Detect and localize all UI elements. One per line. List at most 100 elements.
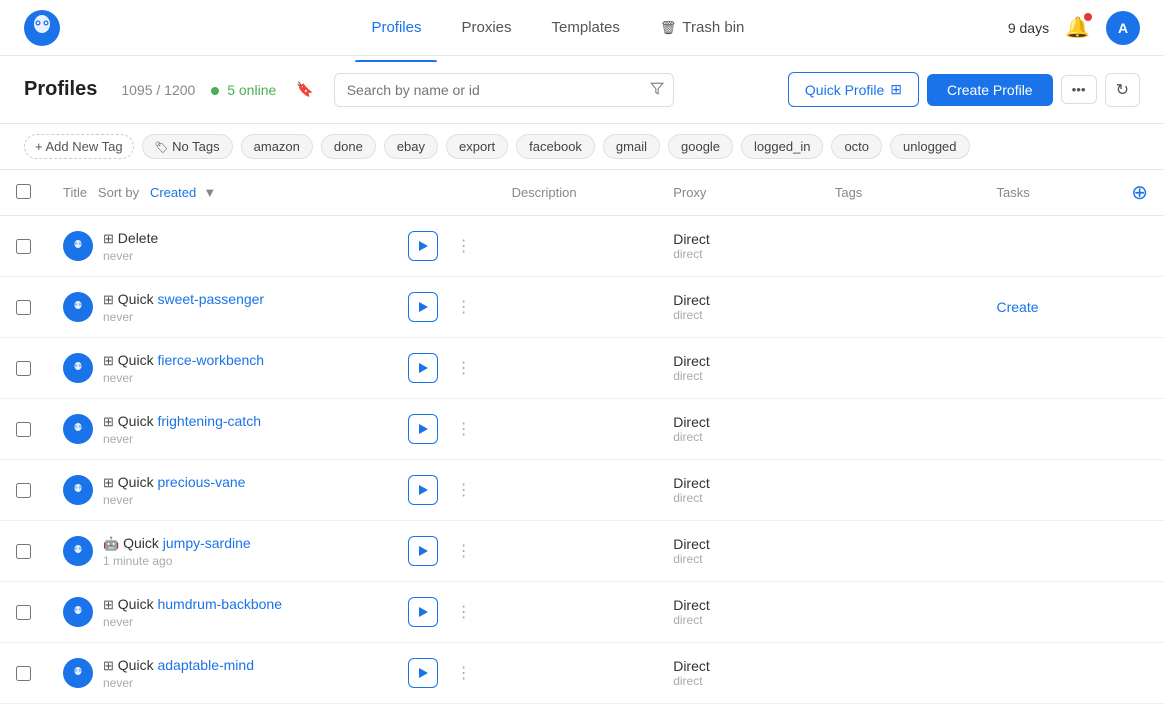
windows-icon: ⊞ [103,475,114,490]
profile-name: ⊞ Quick sweet-passenger [103,291,398,308]
create-task-link[interactable]: Create [996,299,1038,315]
play-button[interactable] [408,536,438,566]
row-checkbox[interactable] [16,666,31,681]
bell-button[interactable]: 🔔 [1065,15,1090,40]
proxy-cell: Direct direct [657,521,819,581]
profile-time: never [103,493,398,507]
row-more-button[interactable]: ⋮ [448,659,480,687]
play-button[interactable] [408,597,438,627]
sort-label: Sort by Created ▼ [98,185,216,200]
proxy-cell: Direct direct [657,460,819,520]
row-checkbox[interactable] [16,361,31,376]
proxy-main: Direct [673,353,710,369]
table-row: ⊞ Quick frightening-catch never ⋮ Direct… [0,399,1164,460]
more-options-button[interactable]: ••• [1061,75,1097,104]
row-checkbox[interactable] [16,544,31,559]
tag-google[interactable]: google [668,134,733,159]
row-more-button[interactable]: ⋮ [448,354,480,382]
row-checkbox[interactable] [16,605,31,620]
tag-facebook[interactable]: facebook [516,134,595,159]
play-button[interactable] [408,414,438,444]
filter-icon[interactable] [650,81,664,98]
profile-name-block: ⊞ Quick adaptable-mind never [103,657,398,690]
proxy-cell: Direct direct [657,643,819,703]
add-column-button[interactable]: ⊕ [1131,180,1148,205]
tag-logged-in[interactable]: logged_in [741,134,823,159]
tag-icon: 🏷 [155,142,169,154]
row-extra-cell [1115,582,1164,642]
tag-amazon[interactable]: amazon [241,134,313,159]
profile-name: ⊞ Quick humdrum-backbone [103,596,398,613]
profiles-table-container: Title Sort by Created ▼ Description Prox… [0,170,1164,704]
row-checkbox[interactable] [16,239,31,254]
tasks-cell[interactable]: Create [980,277,1115,337]
profile-name-block: ⊞ Quick humdrum-backbone never [103,596,398,629]
bell-notification-dot [1084,13,1092,21]
table-row: ⊞ Quick adaptable-mind never ⋮ Direct di… [0,643,1164,704]
play-button[interactable] [408,658,438,688]
tag-ebay[interactable]: ebay [384,134,438,159]
row-extra-cell [1115,277,1164,337]
tag-gmail[interactable]: gmail [603,134,660,159]
description-cell [496,277,658,337]
tag-no-tags[interactable]: 🏷 No Tags [142,134,233,159]
create-profile-button[interactable]: Create Profile [927,74,1053,106]
table-row: ⊞ Quick precious-vane never ⋮ Direct dir… [0,460,1164,521]
profile-avatar [63,597,93,627]
add-column-header[interactable]: ⊕ [1115,170,1164,216]
page-header: Profiles 1095 / 1200 5 online 🔖 Quick Pr… [0,56,1164,124]
title-column-header[interactable]: Title Sort by Created ▼ [47,170,496,216]
description-cell [496,643,658,703]
play-button[interactable] [408,292,438,322]
play-button[interactable] [408,475,438,505]
refresh-icon: ↻ [1116,82,1129,99]
tag-export[interactable]: export [446,134,508,159]
nav-proxies[interactable]: Proxies [445,11,527,44]
bookmark-icon[interactable]: 🔖 [292,77,317,102]
tag-done[interactable]: done [321,134,376,159]
profile-avatar [63,231,93,261]
user-avatar[interactable]: A [1106,11,1140,45]
row-more-button[interactable]: ⋮ [448,415,480,443]
add-tag-button[interactable]: + Add New Tag [24,134,134,159]
row-extra-cell [1115,643,1164,703]
tasks-cell [980,643,1115,703]
nav-profiles[interactable]: Profiles [355,11,437,44]
play-button[interactable] [408,353,438,383]
tags-cell [819,521,981,581]
row-more-button[interactable]: ⋮ [448,293,480,321]
windows-icon: ⊞ [103,292,114,307]
select-all-checkbox[interactable] [16,184,31,199]
row-checkbox[interactable] [16,300,31,315]
row-extra-cell [1115,521,1164,581]
profile-count: 1095 / 1200 [121,82,195,98]
row-checkbox[interactable] [16,483,31,498]
quick-profile-button[interactable]: Quick Profile ⊞ [788,72,919,107]
row-checkbox[interactable] [16,422,31,437]
nav-trashbin[interactable]: 🗑 Trash bin [644,11,761,44]
header-actions: Quick Profile ⊞ Create Profile ••• ↻ [788,72,1140,107]
tasks-cell [980,460,1115,520]
tag-unlogged[interactable]: unlogged [890,134,970,159]
row-more-button[interactable]: ⋮ [448,476,480,504]
windows-icon: ⊞ [103,231,114,246]
select-all-header[interactable] [0,170,47,216]
proxy-main: Direct [673,231,710,247]
refresh-button[interactable]: ↻ [1105,73,1140,107]
search-input[interactable] [334,73,674,107]
top-nav: Profiles Proxies Templates 🗑 Trash bin 9… [0,0,1164,56]
play-button[interactable] [408,231,438,261]
row-more-button[interactable]: ⋮ [448,598,480,626]
profile-name: ⊞ Quick precious-vane [103,474,398,491]
tag-octo[interactable]: octo [831,134,882,159]
app-logo[interactable] [24,10,60,46]
android-icon: 🤖 [103,536,119,551]
nav-templates[interactable]: Templates [536,11,636,44]
row-extra-cell [1115,216,1164,276]
description-cell [496,582,658,642]
row-more-button[interactable]: ⋮ [448,232,480,260]
row-more-button[interactable]: ⋮ [448,537,480,565]
description-cell [496,216,658,276]
online-indicator: 5 online [211,82,276,98]
windows-icon: ⊞ [103,414,114,429]
